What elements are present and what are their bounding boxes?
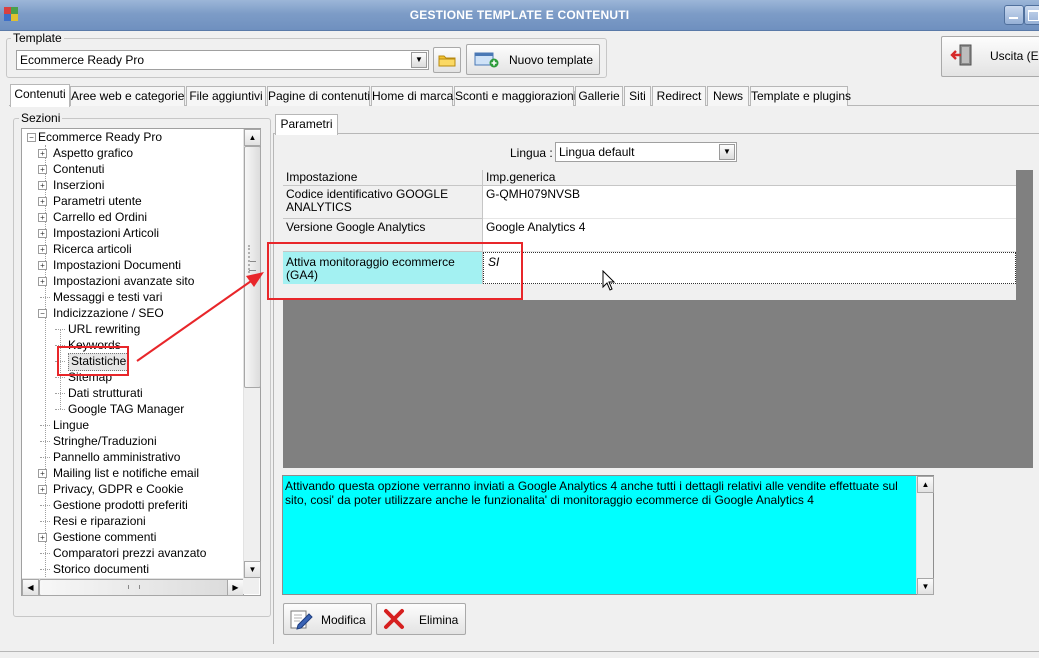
annotation-arrow	[136, 272, 264, 362]
tab-parametri[interactable]: Parametri	[275, 114, 338, 135]
tab-contenuti[interactable]: Contenuti	[10, 84, 70, 107]
